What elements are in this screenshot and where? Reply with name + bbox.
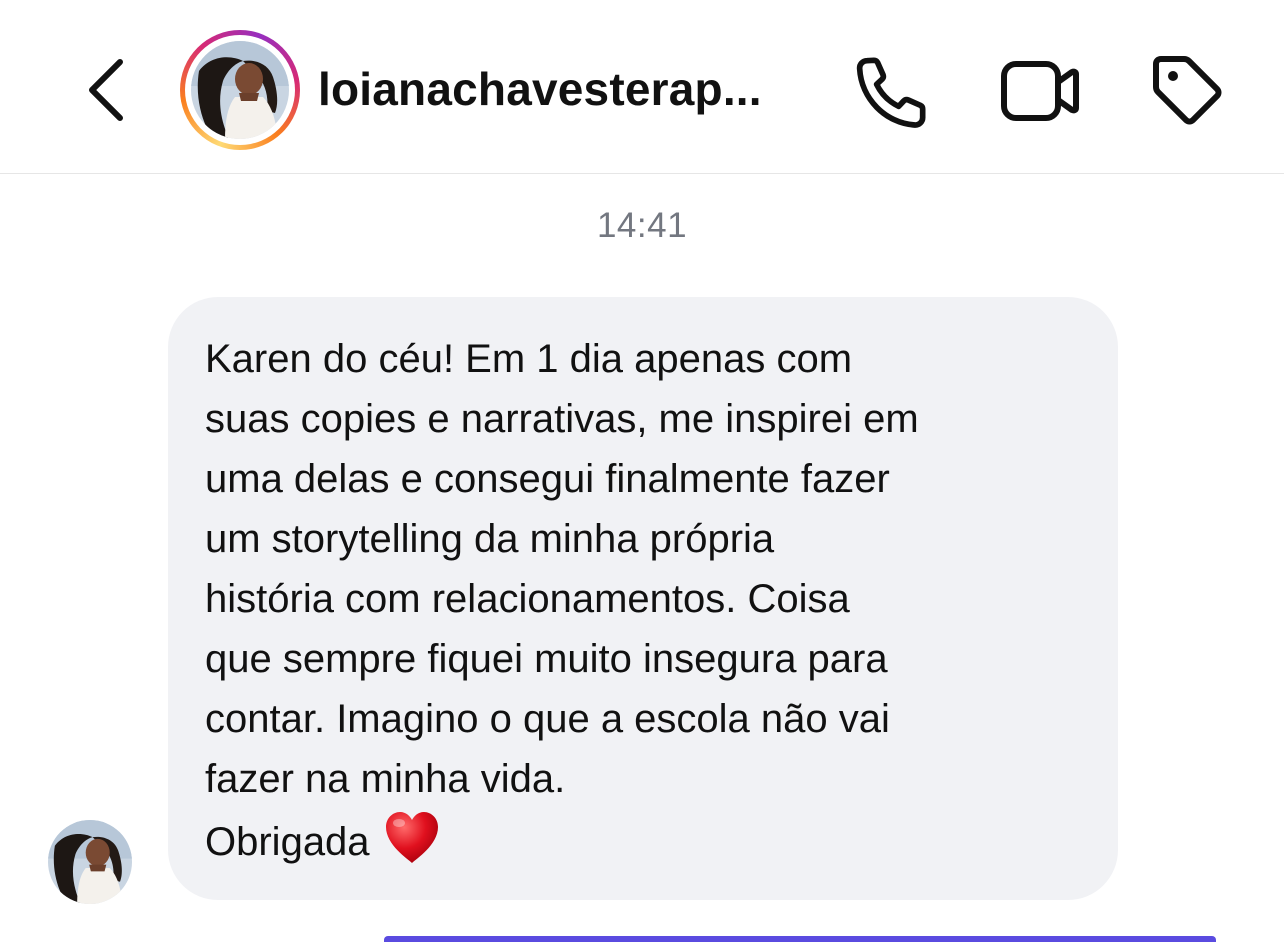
message-closing-word: Obrigada xyxy=(205,820,370,864)
tag-icon xyxy=(1153,56,1222,125)
message-line: história com relacionamentos. Coisa xyxy=(205,577,850,621)
back-button[interactable] xyxy=(80,52,136,128)
chat-username[interactable]: loianachavesterap... xyxy=(318,62,762,116)
message-line: Karen do céu! Em 1 dia apenas com xyxy=(205,337,853,381)
sender-avatar[interactable] xyxy=(48,820,132,904)
received-message-bubble[interactable]: Karen do céu! Em 1 dia apenas com suas c… xyxy=(168,297,1118,900)
phone-icon xyxy=(856,57,926,128)
message-line: suas copies e narrativas, me inspirei em xyxy=(205,397,919,441)
sender-avatar-photo xyxy=(48,820,132,904)
video-camera-icon xyxy=(1001,61,1079,121)
message-line: que sempre fiquei muito insegura para xyxy=(205,637,888,681)
message-line-last: Obrigada xyxy=(205,809,1088,872)
heart-emoji-icon xyxy=(385,812,438,863)
message-line: fazer na minha vida. xyxy=(205,757,566,801)
profile-photo-image xyxy=(191,41,289,139)
tag-button[interactable] xyxy=(1146,50,1226,130)
avatar[interactable] xyxy=(180,30,300,150)
message-timestamp: 14:41 xyxy=(596,206,688,245)
profile-photo xyxy=(191,41,289,139)
video-call-button[interactable] xyxy=(998,56,1082,126)
voice-call-button[interactable] xyxy=(852,52,932,132)
message-line: um storytelling da minha própria xyxy=(205,517,775,561)
chevron-left-icon xyxy=(89,59,123,121)
sent-message-bubble-edge[interactable] xyxy=(384,936,1216,942)
message-line: contar. Imagino o que a escola não vai xyxy=(205,697,890,741)
chat-header: loianachavesterap... xyxy=(0,0,1284,174)
message-line: uma delas e consegui finalmente fazer xyxy=(205,457,890,501)
